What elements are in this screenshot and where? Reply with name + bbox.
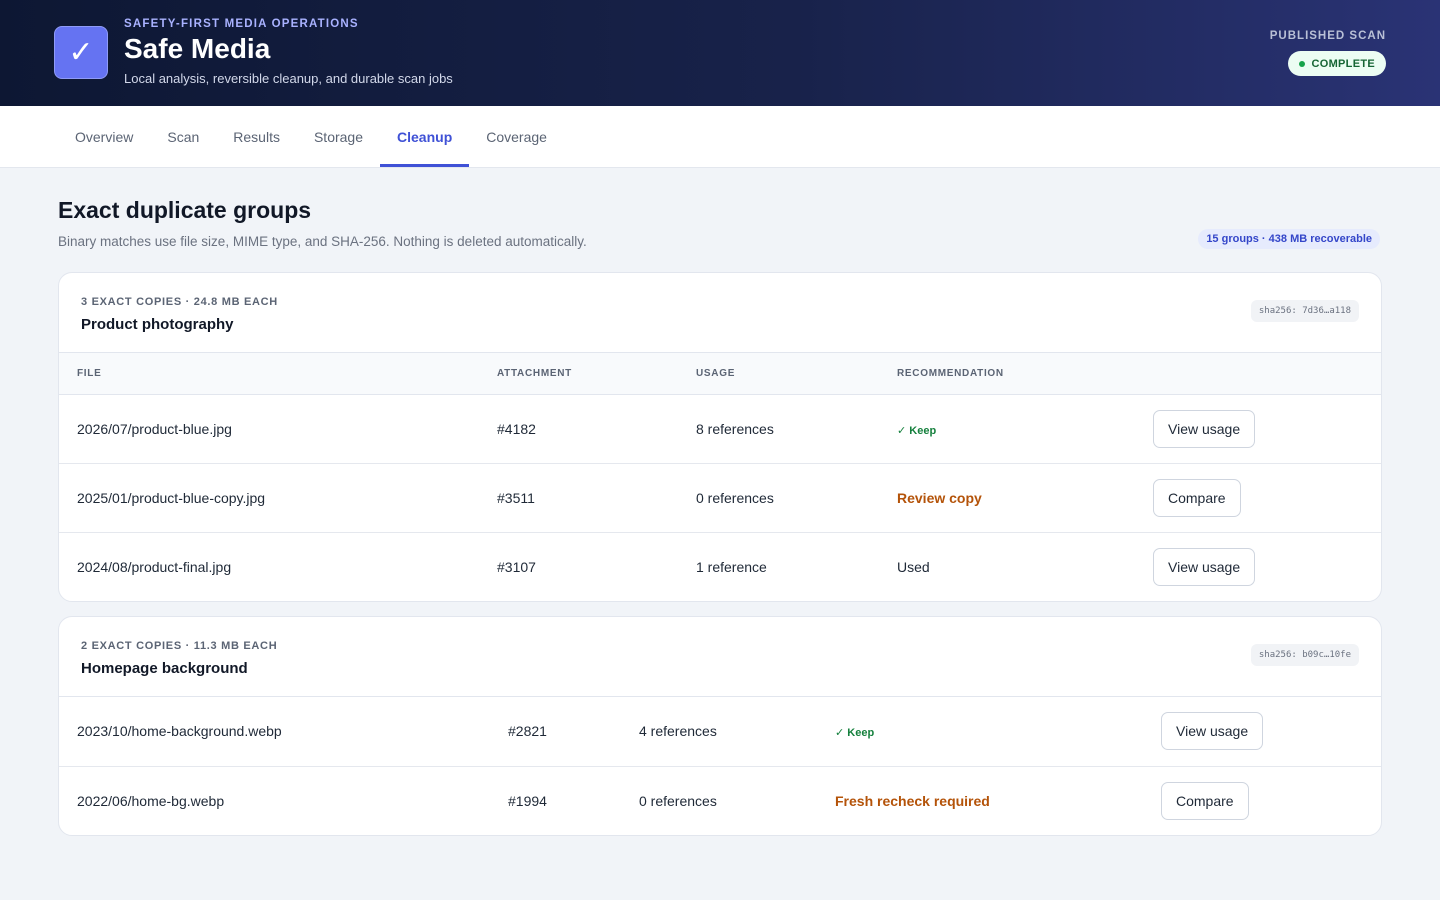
file-path: 2023/10/home-background.webp [59,697,490,767]
column-header-recommendation: RECOMMENDATION [879,353,1135,395]
group-header: 3 EXACT COPIES · 24.8 MB EACH Product ph… [59,273,1381,353]
status-badge: COMPLETE [1288,51,1386,76]
group-kicker: 3 EXACT COPIES · 24.8 MB EACH [81,296,278,308]
recommendation-used: Used [897,558,930,575]
table-header-row: FILE ATTACHMENT USAGE RECOMMENDATION [59,353,1381,395]
status-badge-text: COMPLETE [1311,57,1375,70]
tab-coverage[interactable]: Coverage [469,106,564,167]
usage-count: 0 references [639,792,717,809]
attachment-id: #2821 [490,697,621,767]
recommendation-review: Fresh recheck required [835,792,990,809]
main-content: Exact duplicate groups Binary matches us… [0,168,1440,836]
page-title: Exact duplicate groups [58,197,312,223]
scan-status: PUBLISHED SCAN COMPLETE [1270,30,1386,76]
tab-scan[interactable]: Scan [150,106,216,167]
group-title: Product photography [81,316,234,333]
file-path: 2025/01/product-blue-copy.jpg [59,463,479,533]
table-row: 2023/10/home-background.webp #2821 4 ref… [59,697,1381,767]
app-header: ✓ SAFETY-FIRST MEDIA OPERATIONS Safe Med… [0,0,1440,106]
checkmark-logo-icon: ✓ [54,26,108,79]
view-usage-button[interactable]: View usage [1153,409,1256,448]
usage-count: 1 reference [696,558,767,575]
tab-storage[interactable]: Storage [297,106,380,167]
duplicates-table: FILE ATTACHMENT USAGE RECOMMENDATION 202… [59,353,1381,601]
recommendation-keep: ✓ Keep [835,727,875,740]
table-row: 2024/08/product-final.jpg #3107 1 refere… [59,532,1381,601]
recommendation-review: Review copy [897,489,982,506]
app-title: Safe Media [124,33,271,64]
compare-button[interactable]: Compare [1153,478,1241,517]
status-dot-icon [1299,60,1306,67]
table-row: 2022/06/home-bg.webp #1994 0 references … [59,766,1381,835]
file-path: 2022/06/home-bg.webp [77,792,225,809]
usage-count: 0 references [678,463,879,533]
column-header-usage: USAGE [678,353,879,395]
view-usage-button[interactable]: View usage [1153,547,1256,586]
column-header-attachment: ATTACHMENT [479,353,678,395]
group-header: 2 EXACT COPIES · 11.3 MB EACH Homepage b… [59,617,1381,697]
file-path: 2026/07/product-blue.jpg [59,394,479,464]
tab-bar: Overview Scan Results Storage Cleanup Co… [0,106,1440,168]
page-description: Binary matches use file size, MIME type,… [58,234,587,249]
tab-results[interactable]: Results [216,106,297,167]
usage-count: 4 references [621,697,817,767]
app-subtitle: Local analysis, reversible cleanup, and … [124,71,453,86]
tab-cleanup[interactable]: Cleanup [380,106,470,167]
tab-overview[interactable]: Overview [58,106,150,167]
brand: SAFETY-FIRST MEDIA OPERATIONS Safe Media… [124,18,453,86]
attachment-id: #1994 [508,792,547,809]
attachment-id: #3107 [497,558,536,575]
scan-status-label: PUBLISHED SCAN [1269,30,1386,42]
table-row: 2026/07/product-blue.jpg #4182 8 referen… [59,394,1381,464]
duplicates-table: 2023/10/home-background.webp #2821 4 ref… [59,697,1381,835]
hash-chip: sha256: b09c…10fe [1250,644,1359,666]
column-header-actions [1135,353,1381,395]
summary-badge: 15 groups · 438 MB recoverable [1198,229,1380,249]
view-usage-button[interactable]: View usage [1161,712,1264,751]
hash-chip: sha256: 7d36…a118 [1250,300,1359,322]
attachment-id: #4182 [479,394,678,464]
compare-button[interactable]: Compare [1161,781,1249,820]
recommendation-keep: ✓ Keep [897,424,937,437]
app-eyebrow: SAFETY-FIRST MEDIA OPERATIONS [124,18,359,30]
file-path: 2024/08/product-final.jpg [77,558,232,575]
table-row: 2025/01/product-blue-copy.jpg #3511 0 re… [59,463,1381,533]
group-title: Homepage background [81,660,248,677]
section-header: Exact duplicate groups Binary matches us… [58,168,1382,272]
duplicate-group-card: 2 EXACT COPIES · 11.3 MB EACH Homepage b… [58,616,1382,836]
column-header-file: FILE [59,353,479,395]
usage-count: 8 references [678,394,879,464]
duplicate-group-card: 3 EXACT COPIES · 24.8 MB EACH Product ph… [58,272,1382,602]
attachment-id: #3511 [479,463,678,533]
group-kicker: 2 EXACT COPIES · 11.3 MB EACH [81,640,278,652]
